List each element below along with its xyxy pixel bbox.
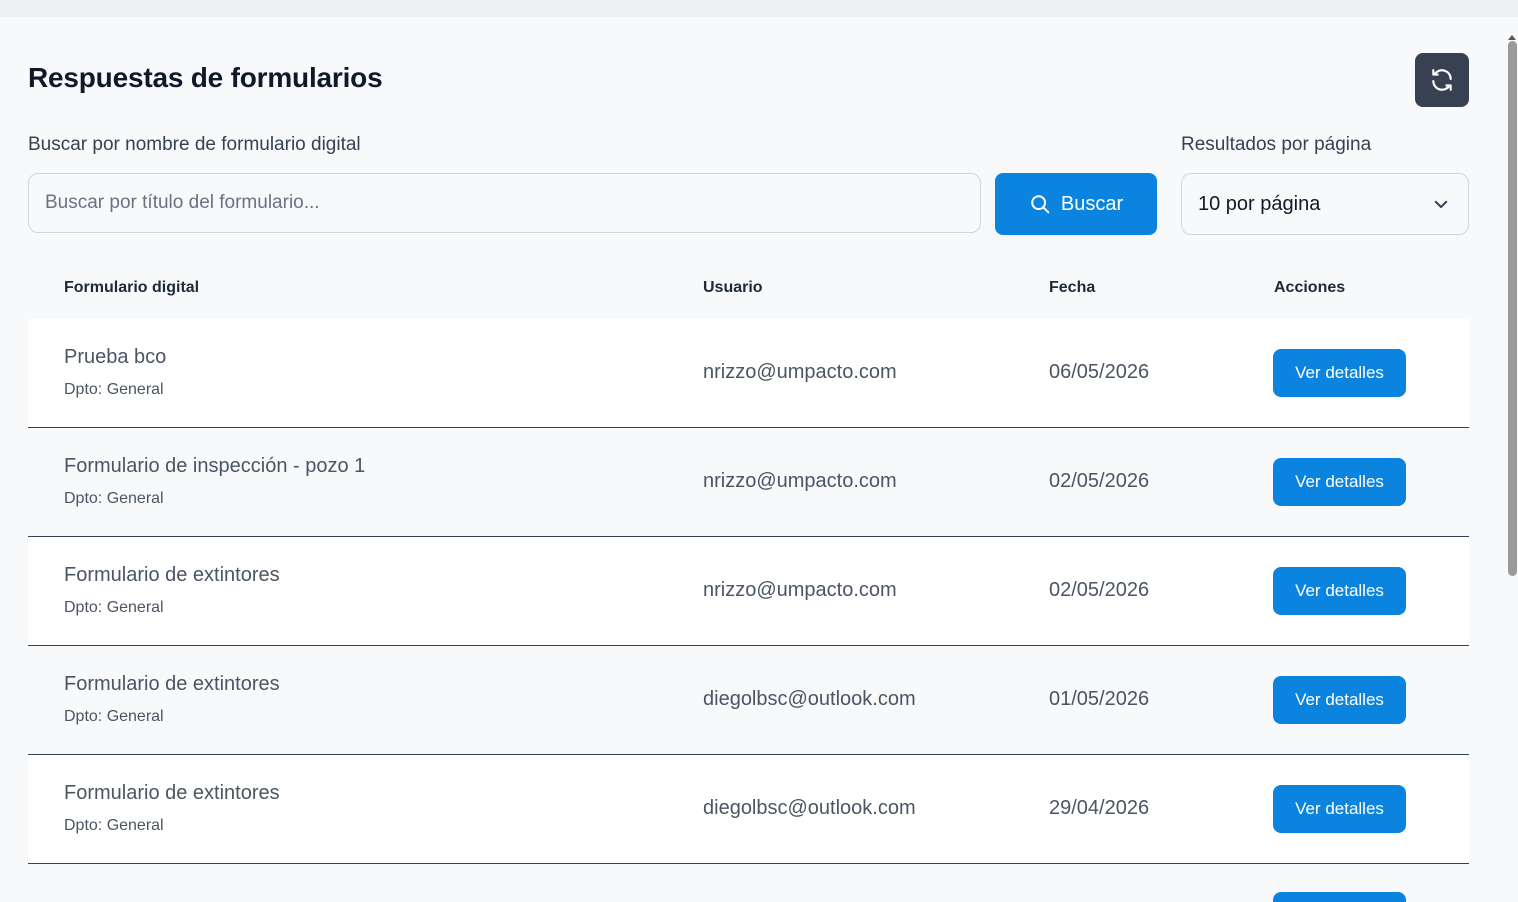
column-header-actions: Acciones xyxy=(1274,279,1346,296)
view-details-button[interactable]: Ver detalles xyxy=(1273,676,1406,724)
response-date: 06/05/2026 xyxy=(1049,361,1150,383)
user-email: diegolbsc@outlook.com xyxy=(703,688,916,710)
refresh-icon xyxy=(1432,69,1452,91)
page-title: Respuestas de formularios xyxy=(28,62,383,93)
form-department: Dpto: General xyxy=(64,708,164,725)
user-email: diegolbsc@outlook.com xyxy=(703,797,916,819)
user-email: nrizzo@umpacto.com xyxy=(703,361,897,383)
scroll-up-arrow-icon[interactable] xyxy=(1508,35,1516,40)
scrollbar-thumb[interactable] xyxy=(1508,41,1517,576)
browser-top-strip xyxy=(0,0,1518,17)
chevron-down-icon xyxy=(1434,200,1448,208)
table-row: Formulario de inspección - pozo 1 Dpto: … xyxy=(28,428,1469,537)
view-details-button[interactable]: Ver detalles xyxy=(1273,567,1406,615)
view-details-button[interactable]: Ver detalles xyxy=(1273,785,1406,833)
form-title: Formulario de extintores xyxy=(64,673,280,695)
per-page-selected: 10 por página xyxy=(1198,192,1321,215)
next-row-button-peek[interactable] xyxy=(1273,892,1406,902)
search-label: Buscar por nombre de formulario digital xyxy=(28,134,361,155)
view-details-button[interactable]: Ver detalles xyxy=(1273,349,1406,397)
column-header-form: Formulario digital xyxy=(64,279,200,296)
table-row: Formulario de extintores Dpto: General d… xyxy=(28,755,1469,864)
search-button-label: Buscar xyxy=(1060,192,1124,215)
response-date: 02/05/2026 xyxy=(1049,470,1150,492)
table-row: Formulario de extintores Dpto: General n… xyxy=(28,537,1469,646)
user-email: nrizzo@umpacto.com xyxy=(703,579,897,601)
form-title: Prueba bco xyxy=(64,346,167,368)
search-button[interactable]: Buscar xyxy=(995,173,1157,235)
scrollbar[interactable] xyxy=(1500,17,1518,895)
per-page-label: Resultados por página xyxy=(1181,134,1372,155)
response-date: 02/05/2026 xyxy=(1049,579,1150,601)
form-title: Formulario de extintores xyxy=(64,782,280,804)
user-email: nrizzo@umpacto.com xyxy=(703,470,897,492)
responses-table: Prueba bco Dpto: General nrizzo@umpacto.… xyxy=(28,319,1469,864)
search-input[interactable] xyxy=(28,173,981,233)
form-department: Dpto: General xyxy=(64,817,164,834)
form-title: Formulario de inspección - pozo 1 xyxy=(64,455,366,477)
per-page-select[interactable]: 10 por página xyxy=(1181,173,1469,235)
search-icon xyxy=(1031,195,1050,214)
column-header-date: Fecha xyxy=(1049,279,1096,296)
form-department: Dpto: General xyxy=(64,599,164,616)
response-date: 01/05/2026 xyxy=(1049,688,1150,710)
table-row: Prueba bco Dpto: General nrizzo@umpacto.… xyxy=(28,319,1469,428)
response-date: 29/04/2026 xyxy=(1049,797,1150,819)
column-header-user: Usuario xyxy=(703,279,763,296)
table-row: Formulario de extintores Dpto: General d… xyxy=(28,646,1469,755)
form-department: Dpto: General xyxy=(64,490,164,507)
form-department: Dpto: General xyxy=(64,381,164,398)
view-details-button[interactable]: Ver detalles xyxy=(1273,458,1406,506)
form-title: Formulario de extintores xyxy=(64,564,280,586)
refresh-button[interactable] xyxy=(1415,53,1469,107)
